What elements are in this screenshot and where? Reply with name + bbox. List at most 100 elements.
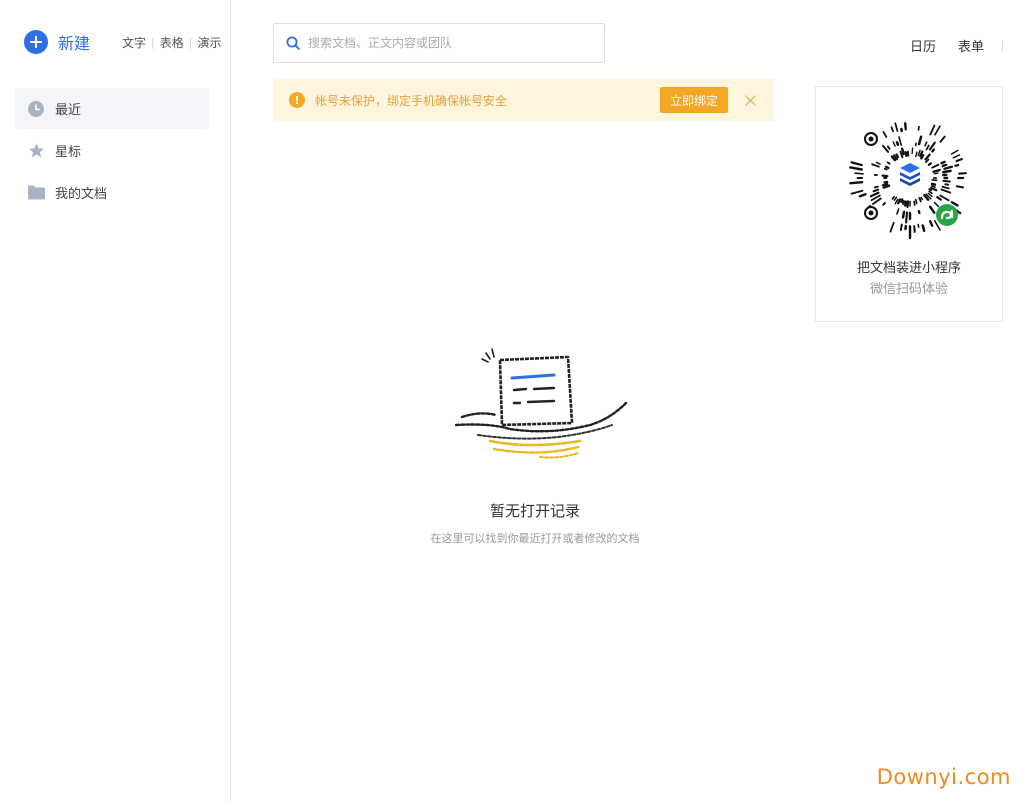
divider: | bbox=[151, 36, 155, 49]
sidebar-item-label: 我的文档 bbox=[55, 187, 108, 202]
qr-ray bbox=[883, 167, 888, 171]
qr-ray bbox=[950, 149, 959, 155]
close-icon[interactable] bbox=[741, 91, 759, 109]
qr-ray bbox=[889, 221, 895, 233]
qr-ray bbox=[892, 141, 896, 147]
qr-ray bbox=[943, 165, 954, 170]
qr-ray bbox=[913, 225, 916, 233]
watermark-logo: Downyi.com bbox=[876, 765, 1011, 789]
qr-ray bbox=[882, 202, 886, 206]
qr-ray bbox=[890, 126, 894, 133]
qr-ray bbox=[893, 196, 898, 201]
mini-program-qr-code bbox=[847, 115, 973, 241]
docs-logo-icon bbox=[900, 163, 920, 186]
qr-ray bbox=[881, 183, 889, 187]
sidebar-item-label: 最近 bbox=[55, 103, 82, 118]
qr-ray bbox=[850, 189, 864, 195]
sidebar-item-label: 星标 bbox=[55, 145, 82, 160]
qr-ray bbox=[896, 208, 900, 215]
qr-ray bbox=[897, 198, 902, 205]
qr-card-title: 把文档装进小程序 bbox=[856, 261, 961, 276]
new-button-label: 新建 bbox=[58, 34, 91, 53]
qr-ray bbox=[849, 181, 864, 185]
qr-ray bbox=[933, 201, 940, 208]
qr-ray bbox=[931, 148, 936, 153]
qr-ray bbox=[869, 191, 880, 198]
warning-icon: ! bbox=[289, 92, 305, 108]
qr-ray bbox=[873, 185, 879, 189]
qr-ray bbox=[942, 169, 952, 174]
qr-ray bbox=[872, 188, 880, 193]
qr-ray bbox=[850, 161, 863, 167]
qr-ray bbox=[882, 184, 891, 189]
qr-ray bbox=[942, 179, 951, 183]
wechat-mini-program-icon bbox=[936, 204, 958, 226]
qr-ray bbox=[928, 220, 934, 227]
qr-ray bbox=[921, 224, 926, 232]
search-input[interactable] bbox=[308, 36, 588, 50]
qr-ray bbox=[904, 200, 907, 207]
new-button[interactable]: 新建 bbox=[24, 30, 90, 54]
forms-link[interactable]: 表单 bbox=[958, 36, 984, 55]
qr-ray bbox=[930, 185, 936, 188]
bind-now-button[interactable]: 立即绑定 bbox=[660, 87, 728, 113]
qr-ray bbox=[944, 183, 950, 186]
qr-ray bbox=[920, 153, 925, 160]
sidebar: 新建 文字 | 表格 | 演示 最近 星标 我的文档 bbox=[0, 0, 231, 801]
sidebar-item-starred[interactable]: 星标 bbox=[15, 130, 209, 171]
qr-ray bbox=[913, 200, 916, 206]
qr-ray bbox=[954, 163, 960, 167]
qr-ray bbox=[950, 201, 959, 207]
qr-ray bbox=[924, 141, 928, 147]
sidebar-nav: 最近 星标 我的文档 bbox=[15, 88, 209, 214]
new-presentation-link[interactable]: 演示 bbox=[197, 34, 221, 51]
qr-ray bbox=[930, 182, 937, 186]
new-spreadsheet-link[interactable]: 表格 bbox=[160, 34, 184, 51]
qr-ray bbox=[928, 188, 933, 192]
qr-ray bbox=[917, 125, 920, 131]
qr-ray bbox=[917, 135, 923, 146]
qr-ray bbox=[955, 185, 964, 189]
qr-ray bbox=[891, 195, 896, 200]
qr-ray bbox=[875, 161, 881, 165]
qr-ray bbox=[917, 209, 921, 215]
qr-ray bbox=[918, 197, 922, 203]
qr-ray bbox=[933, 172, 939, 175]
qr-ray bbox=[858, 193, 867, 198]
qr-ray bbox=[936, 195, 942, 201]
qr-ray bbox=[929, 124, 936, 136]
clock-icon bbox=[27, 100, 45, 118]
qr-ray bbox=[904, 122, 907, 131]
qr-ray bbox=[882, 131, 888, 138]
calendar-link[interactable]: 日历 bbox=[910, 36, 936, 55]
divider bbox=[1002, 39, 1003, 52]
qr-ray bbox=[904, 150, 908, 157]
sidebar-item-recent[interactable]: 最近 bbox=[15, 88, 209, 129]
qr-ray bbox=[940, 188, 952, 194]
folder-icon bbox=[27, 184, 45, 202]
search-icon bbox=[286, 36, 300, 50]
header-links: 日历 表单 bbox=[888, 36, 1003, 55]
mini-program-qr-card: 把文档装进小程序 微信扫码体验 bbox=[815, 86, 1003, 322]
qr-ray bbox=[894, 122, 899, 132]
account-warning-banner: ! 帐号未保护，绑定手机确保帐号安全 立即绑定 bbox=[273, 79, 773, 121]
new-document-row: 新建 文字 | 表格 | 演示 bbox=[24, 30, 224, 54]
qr-ray bbox=[932, 168, 941, 173]
new-text-doc-link[interactable]: 文字 bbox=[122, 34, 146, 51]
qr-ray bbox=[941, 185, 950, 190]
qr-ray bbox=[931, 163, 940, 169]
warning-text: 帐号未保护，绑定手机确保帐号安全 bbox=[315, 93, 508, 108]
sidebar-item-my-documents[interactable]: 我的文档 bbox=[15, 172, 209, 213]
qr-ray bbox=[914, 198, 918, 205]
qr-ray bbox=[886, 145, 891, 150]
empty-state-subtitle: 在这里可以找到你最近打开或者修改的文档 bbox=[430, 532, 640, 545]
qr-ray bbox=[900, 147, 905, 156]
new-type-links: 文字 | 表格 | 演示 bbox=[122, 34, 221, 51]
qr-card-subtitle: 微信扫码体验 bbox=[869, 282, 948, 297]
star-icon bbox=[27, 142, 45, 160]
qr-ray bbox=[901, 200, 905, 205]
qr-ray bbox=[952, 154, 961, 159]
qr-ray bbox=[899, 223, 903, 232]
qr-ray bbox=[884, 165, 890, 170]
qr-ray bbox=[955, 158, 963, 163]
